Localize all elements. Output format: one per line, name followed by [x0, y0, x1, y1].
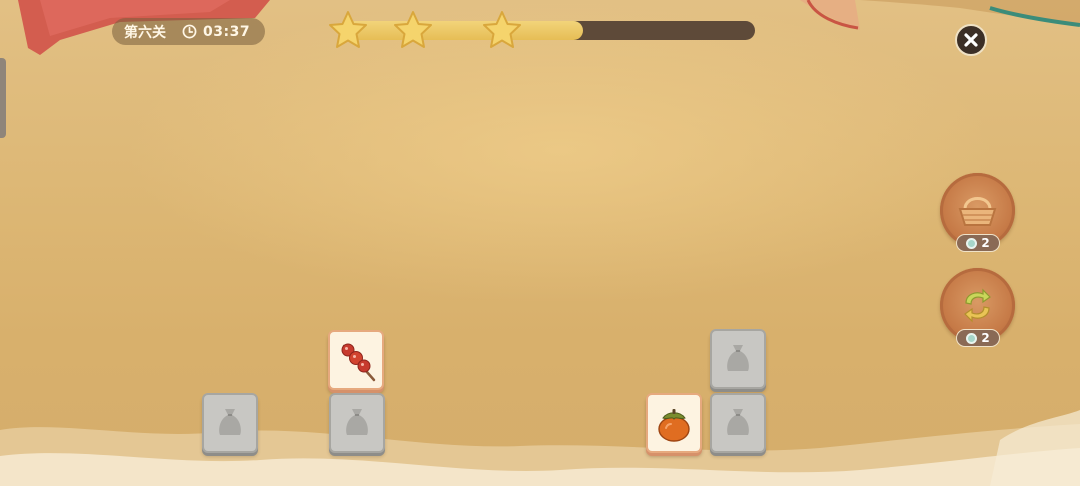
level-label: 第六关	[124, 24, 166, 41]
candied-hawthorn-icon	[341, 343, 376, 382]
close-icon	[964, 33, 978, 47]
star-icon	[394, 11, 432, 48]
sack-icon	[346, 409, 368, 435]
progress-fill	[345, 21, 583, 40]
locked-tile	[710, 329, 766, 389]
sack-icon	[727, 345, 749, 371]
timer-text: 03:37	[203, 23, 251, 40]
close-button[interactable]	[955, 24, 987, 56]
clock-icon	[182, 24, 197, 39]
sack-icon	[727, 409, 749, 435]
coin-icon	[966, 332, 978, 344]
basket-icon	[958, 197, 997, 226]
star-icon	[329, 11, 367, 48]
locked-tile	[202, 393, 258, 453]
locked-tile	[710, 393, 766, 453]
background-art	[0, 0, 1080, 486]
sack-icon	[219, 409, 241, 435]
shuffle-count: 2	[981, 331, 990, 345]
level-timer-pill: 第六关 03:37	[112, 18, 265, 45]
side-drawer-handle[interactable]	[0, 58, 6, 138]
shuffle-icon	[964, 288, 991, 323]
persimmon-icon	[658, 409, 690, 442]
star-icon	[483, 11, 521, 48]
coin-icon	[966, 237, 978, 249]
basket-count: 2	[981, 236, 990, 250]
tile-persimmon[interactable]	[646, 393, 702, 453]
background-scene	[0, 0, 1080, 486]
basket-count-badge: 2	[956, 234, 1000, 252]
locked-tile	[329, 393, 385, 453]
tile-candied-hawthorn[interactable]	[328, 330, 384, 390]
shuffle-count-badge: 2	[956, 329, 1000, 347]
